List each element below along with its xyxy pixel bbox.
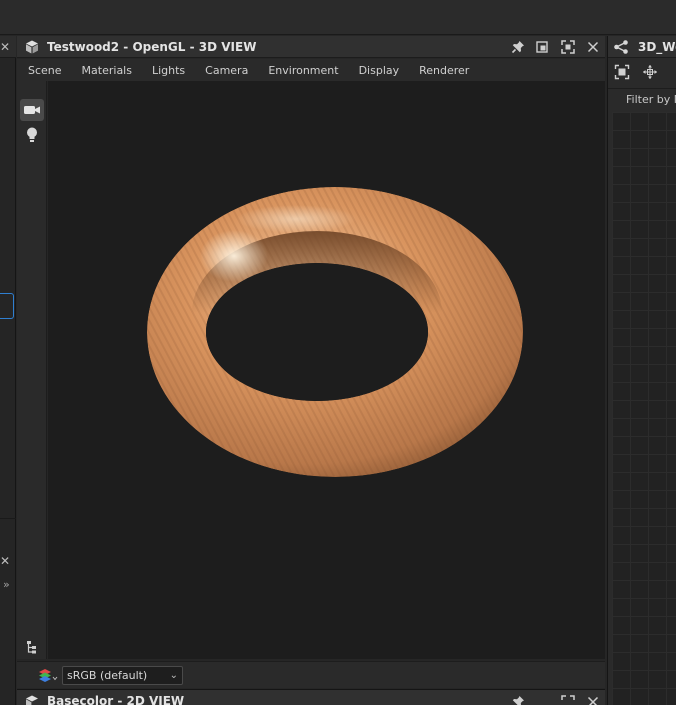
- tree-icon: [27, 641, 36, 654]
- menu-scene[interactable]: Scene: [28, 64, 62, 77]
- colorspace-value: sRGB (default): [67, 669, 148, 682]
- 3d-view-title: Testwood2 - OpenGL - 3D VIEW: [47, 40, 257, 54]
- camera-icon: [24, 106, 40, 114]
- selected-field-edge[interactable]: [0, 293, 14, 319]
- menu-materials[interactable]: Materials: [82, 64, 132, 77]
- cube-icon: [26, 40, 38, 54]
- light-tool-button[interactable]: [20, 124, 44, 146]
- pin-icon[interactable]: [510, 39, 526, 55]
- right-panel: 3D_Wo Filter by N: [607, 36, 676, 705]
- torus-render: [147, 187, 523, 477]
- restore-icon[interactable]: [534, 39, 550, 55]
- menu-display[interactable]: Display: [359, 64, 400, 77]
- menu-lights[interactable]: Lights: [152, 64, 185, 77]
- view-tool-strip: [17, 81, 47, 659]
- layers-icon[interactable]: [37, 667, 59, 685]
- left-panel-divider: [0, 518, 16, 519]
- maximize-icon[interactable]: [560, 694, 576, 705]
- filter-by-node-label[interactable]: Filter by N: [626, 93, 676, 106]
- left-panel-close-icon[interactable]: ✕: [0, 40, 10, 54]
- close-icon[interactable]: [585, 694, 601, 705]
- 3d-view-status-bar: sRGB (default) ⌄: [17, 661, 605, 688]
- menu-renderer[interactable]: Renderer: [419, 64, 469, 77]
- 3d-viewport[interactable]: [48, 81, 605, 659]
- 3d-view-menu-bar: Scene Materials Lights Camera Environmen…: [17, 59, 605, 81]
- share-graph-icon: [614, 40, 628, 54]
- cube-icon: [26, 695, 38, 705]
- right-panel-title: 3D_Wo: [638, 40, 676, 54]
- fit-view-icon[interactable]: [641, 64, 659, 80]
- chevron-down-icon: ⌄: [169, 670, 178, 681]
- menu-environment[interactable]: Environment: [268, 64, 338, 77]
- right-panel-toolbar: [608, 59, 676, 85]
- graph-grid-canvas[interactable]: [612, 112, 676, 705]
- left-panel: ✕ ✕ »: [0, 36, 16, 705]
- app-top-bar: [0, 0, 676, 35]
- 3d-view-panel: Testwood2 - OpenGL - 3D VIEW Scene Mater…: [17, 36, 605, 688]
- 3d-view-title-bar: Testwood2 - OpenGL - 3D VIEW: [17, 36, 605, 58]
- colorspace-dropdown[interactable]: sRGB (default) ⌄: [62, 666, 183, 685]
- left-panel-header: ✕: [0, 36, 16, 58]
- close-icon[interactable]: [585, 39, 601, 55]
- maximize-icon[interactable]: [560, 39, 576, 55]
- menu-camera[interactable]: Camera: [205, 64, 248, 77]
- left-lower-panel-close-icon[interactable]: ✕: [0, 554, 10, 568]
- frame-icon[interactable]: [614, 64, 630, 80]
- expand-panel-icon[interactable]: »: [3, 578, 10, 591]
- camera-tool-button[interactable]: [20, 99, 44, 121]
- 2d-view-panel-header: Basecolor - 2D VIEW: [17, 689, 605, 705]
- right-panel-divider: [608, 88, 676, 89]
- right-panel-header: 3D_Wo: [608, 36, 676, 58]
- pin-icon[interactable]: [510, 694, 526, 705]
- scene-tree-button[interactable]: [20, 636, 44, 658]
- 2d-view-title: Basecolor - 2D VIEW: [47, 694, 185, 705]
- lightbulb-icon: [27, 127, 37, 142]
